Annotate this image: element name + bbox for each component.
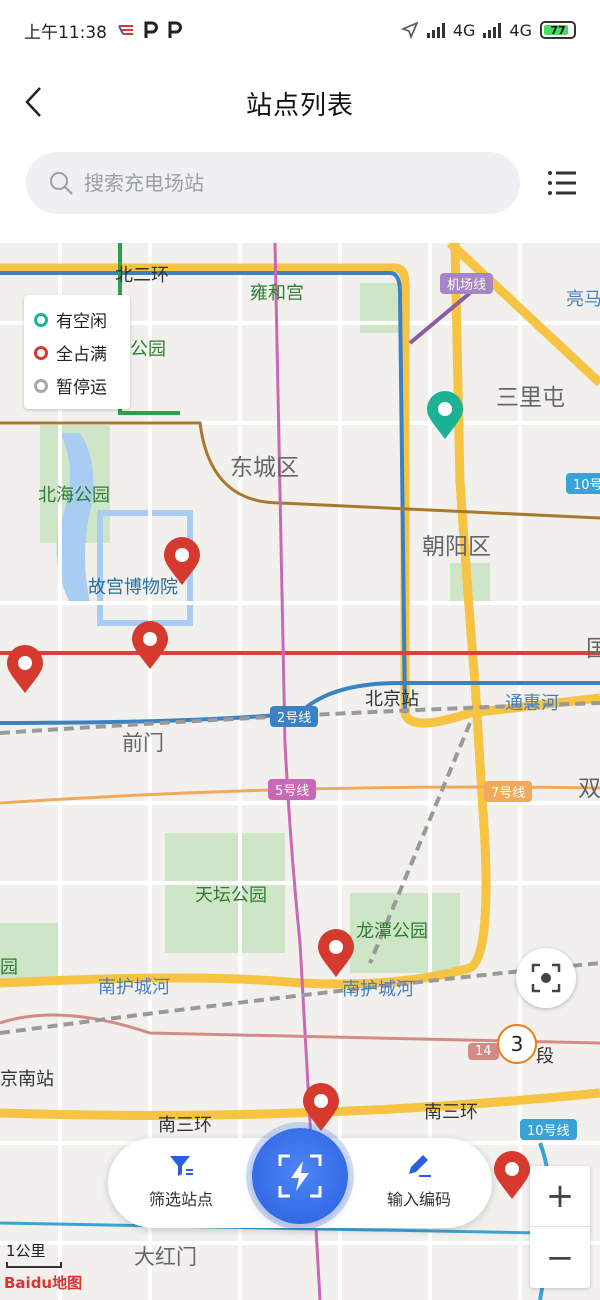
- map-label-liangma: 亮马: [566, 289, 600, 310]
- station-pin-full[interactable]: [130, 621, 170, 671]
- legend-dot-full: [34, 345, 48, 360]
- map-scale-label: 1公里: [6, 1242, 46, 1260]
- metro-badge-line7: 7号线: [484, 781, 533, 802]
- metro-badge-jichangxian: 机场线: [440, 273, 494, 294]
- zoom-out-button[interactable]: −: [530, 1227, 590, 1288]
- legend-dot-suspended: [34, 378, 48, 393]
- chevron-left-icon: [25, 87, 41, 117]
- map-label-yonghegong: 雍和宫: [250, 283, 304, 304]
- search-bar[interactable]: [26, 152, 520, 214]
- map-label-beihaigongyuan: 北海公园: [38, 485, 110, 506]
- enter-code-button[interactable]: 输入编码: [364, 1152, 474, 1210]
- station-pin-full[interactable]: [162, 537, 202, 587]
- map-label-dahongmen: 大红门: [134, 1245, 197, 1269]
- map-label-duan: 段: [536, 1046, 554, 1067]
- status-right: 4G 4G 77: [400, 20, 576, 40]
- metro-badge-line2: 2号线: [270, 706, 319, 727]
- legend-label-full: 全占满: [56, 345, 107, 365]
- station-pin-full[interactable]: [301, 1083, 341, 1133]
- metro-badge-line10-south: 10号线: [520, 1119, 577, 1140]
- map-label-nansanhuan-west: 南三环: [158, 1115, 212, 1136]
- map-label-beijingzhan: 北京站: [365, 689, 419, 710]
- network-type-2: 4G: [509, 20, 532, 40]
- filter-icon: [170, 1156, 193, 1176]
- map-label-nanhuchenghe-west: 南护城河: [98, 977, 170, 998]
- status-app-icons: [117, 21, 183, 39]
- location-arrow-icon: [400, 21, 419, 39]
- map-label-nanzhan: 京南站: [0, 1069, 54, 1090]
- search-icon: [50, 172, 73, 195]
- metro-badge-14: 14: [468, 1043, 499, 1060]
- locate-button[interactable]: [516, 948, 576, 1008]
- map-scale-bar: [6, 1262, 62, 1268]
- map-scale: 1公里: [6, 1240, 62, 1268]
- legend-dot-available: [34, 312, 48, 327]
- battery-level: 77: [550, 23, 566, 37]
- search-input[interactable]: [84, 171, 464, 195]
- notification-flag-icon: [118, 25, 133, 35]
- parking-p-icon-2: [168, 21, 182, 38]
- parking-p-icon: [144, 21, 158, 38]
- legend-item-available: 有空闲: [34, 303, 120, 336]
- page-header: 站点列表: [0, 68, 600, 138]
- status-legend: 有空闲 全占满 暂停运: [24, 295, 130, 409]
- map-label-longtangongyuan: 龙潭公园: [356, 921, 428, 942]
- map-label-beierhuan: 北二环: [115, 265, 169, 286]
- map-label-tonghuihe: 通惠河: [505, 693, 559, 714]
- legend-item-suspended: 暂停运: [34, 369, 120, 402]
- metro-badge-line5: 5号线: [268, 779, 317, 800]
- zoom-in-button[interactable]: +: [530, 1166, 590, 1227]
- station-pin-full[interactable]: [5, 645, 45, 695]
- locate-target-icon: [531, 963, 561, 993]
- map-label-dongchengqu: 东城区: [230, 455, 299, 481]
- page-title: 站点列表: [245, 90, 354, 121]
- station-pin-available[interactable]: [425, 391, 465, 441]
- zoom-controls: + −: [530, 1166, 590, 1288]
- metro-badge-line10-north: 10号: [566, 473, 600, 494]
- station-cluster-marker[interactable]: 3: [497, 1024, 537, 1064]
- status-time: 上午11:38: [24, 22, 107, 43]
- map-label-gongyuan: 公园: [130, 339, 166, 360]
- list-view-icon[interactable]: [542, 165, 580, 201]
- map-label-nansanhuan-east: 南三环: [424, 1102, 478, 1123]
- back-button[interactable]: [14, 82, 54, 122]
- pencil-icon: [409, 1155, 431, 1177]
- map-label-tiantangongyuan: 天坛公园: [195, 885, 267, 906]
- legend-item-full: 全占满: [34, 336, 120, 369]
- status-bar: 上午11:38 4G 4G 77: [0, 0, 600, 60]
- filter-stations-label: 筛选站点: [148, 1190, 213, 1209]
- signal-icon-2: [483, 22, 502, 38]
- scan-lightning-icon: [278, 1154, 322, 1198]
- station-pin-full[interactable]: [316, 929, 356, 979]
- network-type-1: 4G: [452, 20, 476, 40]
- map-label-chaoyangqu: 朝阳区: [422, 534, 491, 560]
- station-pin-full[interactable]: [492, 1151, 532, 1201]
- signal-icon: [426, 22, 445, 38]
- map-label-yuan: 园: [0, 957, 18, 978]
- baidu-map-logo: Baidu地图: [4, 1274, 83, 1292]
- map-label-qianmen: 前门: [122, 731, 164, 755]
- map-label-sanlitun: 三里屯: [496, 385, 565, 411]
- scan-charge-button[interactable]: [252, 1128, 348, 1224]
- enter-code-label: 输入编码: [386, 1190, 451, 1209]
- battery-icon: 77: [540, 21, 576, 39]
- map-label-guo: 国: [586, 636, 600, 662]
- legend-label-available: 有空闲: [56, 312, 107, 332]
- filter-stations-button[interactable]: 筛选站点: [126, 1152, 236, 1210]
- legend-label-suspended: 暂停运: [56, 378, 107, 398]
- map-label-shuang: 双: [578, 776, 600, 802]
